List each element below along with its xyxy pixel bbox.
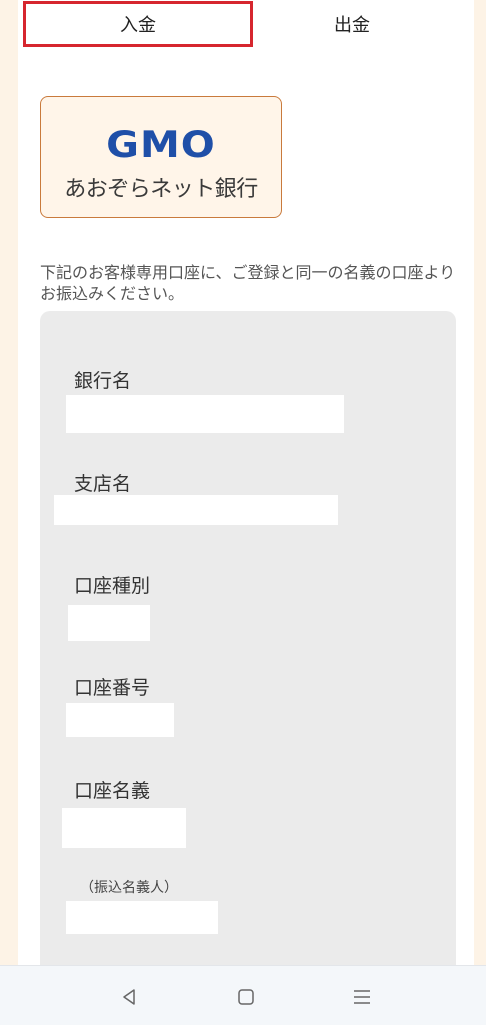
account-type-value-redacted (68, 605, 150, 641)
bank-logo: GMO あおぞらネット銀行 (40, 96, 282, 218)
account-info-card: 銀行名 支店名 口座種別 口座番号 口座名義 （振込名義人） (40, 311, 456, 981)
home-icon[interactable] (231, 982, 261, 1012)
tab-deposit[interactable]: 入金 (23, 1, 253, 47)
gmo-logo-text: GMO (106, 123, 216, 167)
account-number-label: 口座番号 (74, 677, 151, 699)
tab-withdraw[interactable]: 出金 (256, 0, 448, 48)
account-type-label: 口座種別 (74, 575, 151, 597)
recent-apps-icon[interactable] (347, 982, 377, 1012)
branch-name-label: 支店名 (74, 473, 132, 495)
account-holder-value-redacted (62, 808, 186, 848)
bank-logo-name: あおぞらネット銀行 (64, 177, 258, 202)
deposit-page: 入金 出金 GMO あおぞらネット銀行 下記のお客様専用口座に、ご登録と同一の名… (18, 0, 474, 981)
system-navigation-bar (0, 965, 486, 1025)
account-holder-label: 口座名義 (74, 780, 151, 802)
back-icon[interactable] (114, 982, 144, 1012)
deposit-instruction: 下記のお客様専用口座に、ご登録と同一の名義の口座よりお振込みください。 (40, 263, 456, 303)
transfer-name-value-redacted (66, 901, 218, 934)
tab-withdraw-label: 出金 (334, 15, 370, 36)
tab-deposit-label: 入金 (120, 15, 156, 36)
account-number-value-redacted (66, 703, 174, 737)
bank-name-label: 銀行名 (74, 370, 132, 392)
transfer-name-label: （振込名義人） (80, 880, 178, 896)
bank-name-value-redacted (66, 395, 344, 433)
branch-name-value-redacted (54, 495, 338, 525)
